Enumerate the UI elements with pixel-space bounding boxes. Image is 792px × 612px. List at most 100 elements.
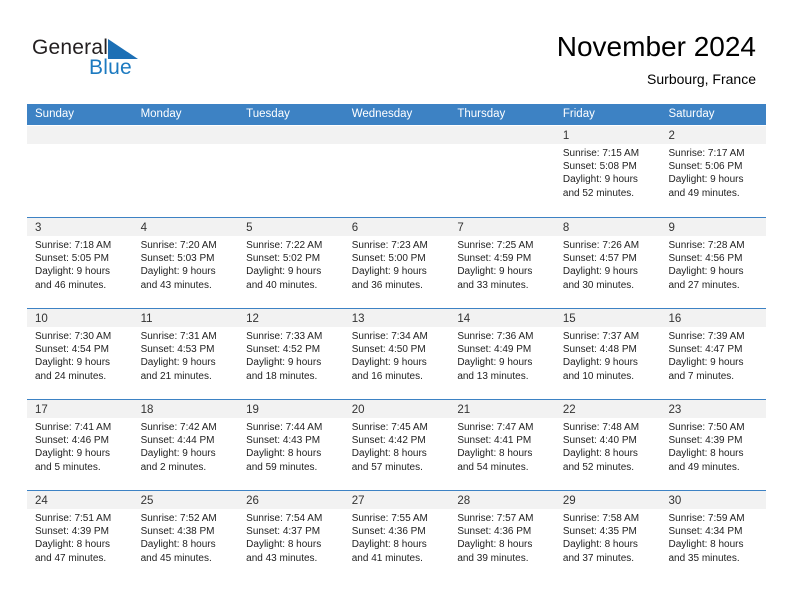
sunset-text: Sunset: 5:00 PM: [351, 253, 426, 265]
calendar-week-row: 24 Sunrise: 7:51 AM Sunset: 4:39 PM Dayligh…: [27, 490, 767, 581]
day-number: 27: [351, 495, 365, 507]
day-number-band: 17: [27, 400, 133, 418]
daylight-text: Daylight: 8 hours: [457, 539, 533, 551]
daylight-text-cont: and 24 minutes.: [35, 370, 107, 382]
sunset-text: Sunset: 4:49 PM: [457, 344, 532, 356]
calendar-day-cell[interactable]: 29 Sunrise: 7:58 AM Sunset: 4:35 PM Dayligh…: [554, 491, 661, 581]
sunrise-text: Sunrise: 7:15 AM: [562, 148, 640, 159]
calendar-day-cell[interactable]: 6 Sunrise: 7:23 AM Sunset: 5:00 PM Daylight…: [343, 218, 450, 308]
daylight-text: Daylight: 9 hours: [246, 357, 322, 369]
sunset-text: Sunset: 4:37 PM: [246, 526, 321, 538]
calendar-day-cell[interactable]: 22 Sunrise: 7:48 AM Sunset: 4:40 PM Dayligh…: [554, 400, 661, 490]
day-details: Sunrise: 7:42 AM Sunset: 4:44 PM Daylight:…: [133, 418, 239, 474]
calendar-day-cell[interactable]: 13 Sunrise: 7:34 AM Sunset: 4:50 PM Dayligh…: [343, 309, 450, 399]
weekday-header-wednesday: Wednesday: [351, 108, 413, 120]
day-number: 25: [140, 495, 154, 507]
day-number-band: 7: [449, 218, 555, 236]
daylight-text-cont: and 37 minutes.: [562, 552, 635, 564]
daylight-text: Daylight: 9 hours: [668, 266, 744, 278]
sunrise-text: Sunrise: 7:28 AM: [668, 240, 745, 251]
daylight-text-cont: and 2 minutes.: [140, 461, 207, 473]
daylight-text-cont: and 45 minutes.: [140, 552, 212, 564]
calendar-day-cell[interactable]: 30 Sunrise: 7:59 AM Sunset: 4:34 PM Dayligh…: [660, 491, 767, 581]
sunset-text: Sunset: 5:03 PM: [140, 253, 215, 265]
sunrise-text: Sunrise: 7:42 AM: [140, 422, 217, 433]
calendar-day-cell[interactable]: 3 Sunrise: 7:18 AM Sunset: 5:05 PM Daylight…: [27, 218, 133, 308]
sunrise-text: Sunrise: 7:47 AM: [457, 422, 534, 433]
calendar-day-cell[interactable]: 14 Sunrise: 7:36 AM Sunset: 4:49 PM Dayligh…: [449, 309, 555, 399]
daylight-text: Daylight: 9 hours: [668, 357, 744, 369]
day-details: Sunrise: 7:50 AM Sunset: 4:39 PM Daylight:…: [660, 418, 766, 474]
sunrise-text: Sunrise: 7:54 AM: [246, 513, 323, 524]
calendar-day-cell[interactable]: 10 Sunrise: 7:30 AM Sunset: 4:54 PM Dayligh…: [27, 309, 133, 399]
calendar-week-row: 10 Sunrise: 7:30 AM Sunset: 4:54 PM Dayligh…: [27, 308, 767, 399]
calendar-day-cell-empty: [27, 126, 133, 217]
daylight-text: Daylight: 9 hours: [246, 266, 322, 278]
calendar-day-cell[interactable]: 1 Sunrise: 7:15 AM Sunset: 5:08 PM Daylight…: [554, 126, 661, 217]
calendar-day-cell[interactable]: 27 Sunrise: 7:55 AM Sunset: 4:36 PM Dayligh…: [343, 491, 450, 581]
day-number-band: 28: [449, 491, 555, 509]
calendar-day-cell[interactable]: 20 Sunrise: 7:45 AM Sunset: 4:42 PM Dayligh…: [343, 400, 450, 490]
sunset-text: Sunset: 5:08 PM: [562, 161, 637, 173]
daylight-text-cont: and 52 minutes.: [562, 461, 635, 473]
day-number: 10: [35, 313, 48, 325]
sunset-text: Sunset: 4:38 PM: [140, 526, 215, 538]
day-details: Sunrise: 7:26 AM Sunset: 4:57 PM Daylight:…: [555, 236, 661, 292]
sunrise-text: Sunrise: 7:59 AM: [668, 513, 745, 524]
day-details: Sunrise: 7:45 AM Sunset: 4:42 PM Daylight:…: [344, 418, 450, 474]
daylight-text-cont: and 35 minutes.: [668, 552, 740, 564]
calendar-day-cell[interactable]: 19 Sunrise: 7:44 AM Sunset: 4:43 PM Dayligh…: [238, 400, 344, 490]
day-number: 26: [246, 495, 259, 507]
daylight-text: Daylight: 9 hours: [457, 357, 533, 369]
calendar-day-cell[interactable]: 11 Sunrise: 7:31 AM Sunset: 4:53 PM Dayligh…: [132, 309, 239, 399]
day-number: 21: [457, 404, 471, 416]
day-number-band: 26: [238, 491, 344, 509]
sunset-text: Sunset: 4:36 PM: [457, 526, 532, 538]
day-number: 19: [246, 404, 259, 416]
day-number-band: 18: [132, 400, 239, 418]
calendar-day-cell[interactable]: 7 Sunrise: 7:25 AM Sunset: 4:59 PM Daylight…: [449, 218, 555, 308]
day-number-band: [449, 126, 555, 144]
day-number-band: 30: [660, 491, 767, 509]
daylight-text: Daylight: 8 hours: [562, 448, 638, 460]
daylight-text: Daylight: 9 hours: [562, 266, 638, 278]
calendar-day-cell[interactable]: 18 Sunrise: 7:42 AM Sunset: 4:44 PM Dayligh…: [132, 400, 239, 490]
day-number: 20: [351, 404, 365, 416]
calendar-day-cell[interactable]: 4 Sunrise: 7:20 AM Sunset: 5:03 PM Daylight…: [132, 218, 239, 308]
day-number: 5: [246, 222, 253, 234]
calendar-day-cell[interactable]: 17 Sunrise: 7:41 AM Sunset: 4:46 PM Dayligh…: [27, 400, 133, 490]
daylight-text-cont: and 54 minutes.: [457, 461, 529, 473]
calendar-day-cell[interactable]: 23 Sunrise: 7:50 AM Sunset: 4:39 PM Dayligh…: [660, 400, 767, 490]
calendar-day-cell[interactable]: 24 Sunrise: 7:51 AM Sunset: 4:39 PM Dayligh…: [27, 491, 133, 581]
sunrise-text: Sunrise: 7:20 AM: [140, 240, 217, 251]
calendar-day-cell[interactable]: 8 Sunrise: 7:26 AM Sunset: 4:57 PM Daylight…: [554, 218, 661, 308]
day-details: Sunrise: 7:36 AM Sunset: 4:49 PM Daylight:…: [449, 327, 555, 383]
calendar-day-cell[interactable]: 15 Sunrise: 7:37 AM Sunset: 4:48 PM Dayligh…: [554, 309, 661, 399]
day-number: 8: [562, 222, 570, 234]
calendar-day-cell[interactable]: 5 Sunrise: 7:22 AM Sunset: 5:02 PM Daylight…: [238, 218, 344, 308]
day-details: Sunrise: 7:22 AM Sunset: 5:02 PM Daylight:…: [238, 236, 344, 292]
day-number: 6: [351, 222, 359, 234]
daylight-text-cont: and 5 minutes.: [35, 461, 101, 473]
calendar-day-cell[interactable]: 28 Sunrise: 7:57 AM Sunset: 4:36 PM Dayligh…: [449, 491, 555, 581]
day-number: 1: [562, 130, 570, 142]
daylight-text: Daylight: 8 hours: [668, 448, 744, 460]
brand-logo[interactable]: General Blue: [32, 36, 202, 86]
day-details: Sunrise: 7:57 AM Sunset: 4:36 PM Daylight:…: [449, 509, 555, 565]
calendar-day-cell[interactable]: 25 Sunrise: 7:52 AM Sunset: 4:38 PM Dayligh…: [132, 491, 239, 581]
daylight-text: Daylight: 9 hours: [35, 266, 111, 278]
sunset-text: Sunset: 4:56 PM: [668, 253, 743, 265]
calendar-day-cell[interactable]: 9 Sunrise: 7:28 AM Sunset: 4:56 PM Daylight…: [660, 218, 767, 308]
calendar-day-cell[interactable]: 26 Sunrise: 7:54 AM Sunset: 4:37 PM Dayligh…: [238, 491, 344, 581]
calendar-week-row: 1 Sunrise: 7:15 AM Sunset: 5:08 PM Daylight…: [27, 126, 767, 217]
daylight-text: Daylight: 8 hours: [140, 539, 216, 551]
sunset-text: Sunset: 4:44 PM: [140, 435, 215, 447]
daylight-text: Daylight: 9 hours: [562, 174, 638, 186]
calendar-day-cell[interactable]: 12 Sunrise: 7:33 AM Sunset: 4:52 PM Dayligh…: [238, 309, 344, 399]
day-number-band: 8: [554, 218, 661, 236]
brand-name-blue: Blue: [89, 56, 132, 79]
calendar-day-cell[interactable]: 2 Sunrise: 7:17 AM Sunset: 5:06 PM Daylight…: [660, 126, 767, 217]
weekday-header-row: Sunday Monday Tuesday Wednesday Thursday…: [27, 104, 766, 125]
calendar-day-cell[interactable]: 16 Sunrise: 7:39 AM Sunset: 4:47 PM Dayligh…: [660, 309, 767, 399]
calendar-day-cell[interactable]: 21 Sunrise: 7:47 AM Sunset: 4:41 PM Dayligh…: [449, 400, 555, 490]
